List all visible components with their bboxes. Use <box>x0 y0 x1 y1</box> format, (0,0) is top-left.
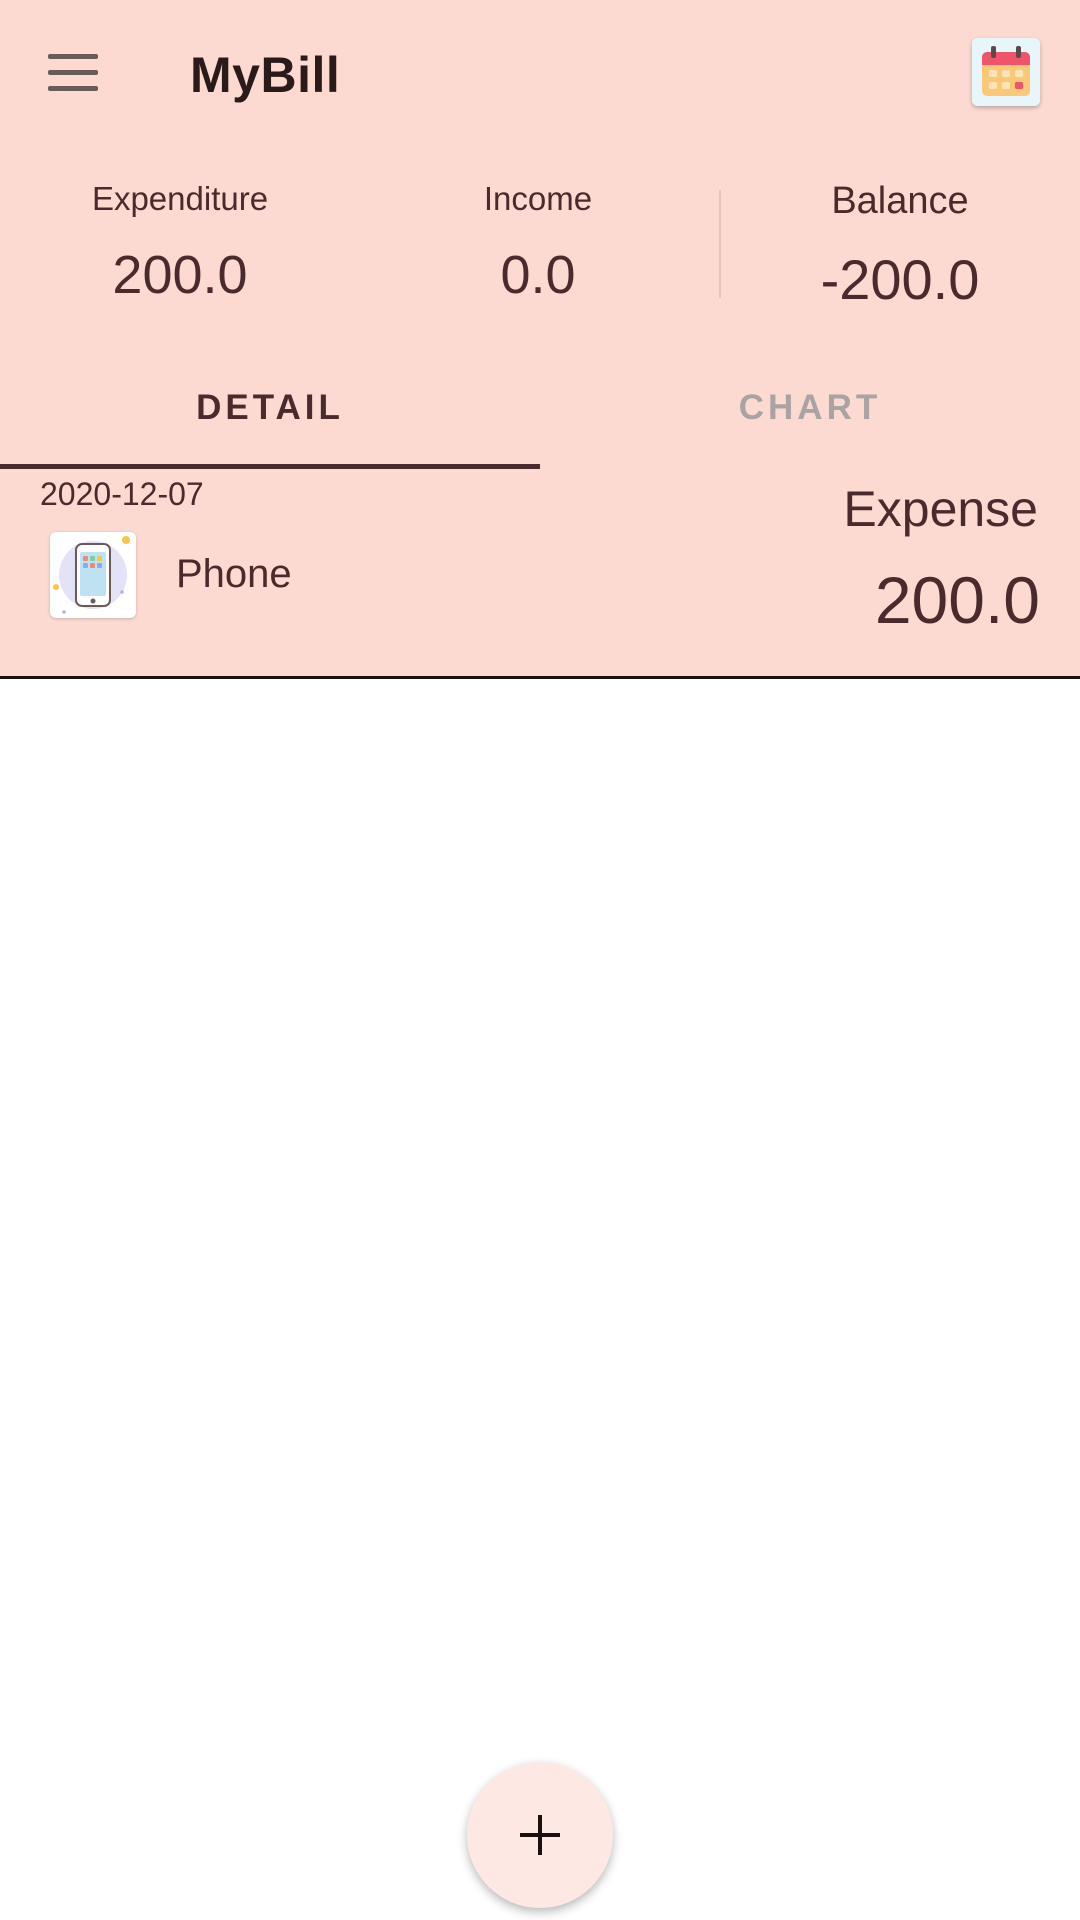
income-value: 0.0 <box>500 245 576 305</box>
tab-bar: DETAIL CHART <box>0 350 1080 470</box>
bill-date: 2020-12-07 <box>40 476 204 512</box>
bill-type: Expense <box>843 481 1038 537</box>
add-bill-button[interactable] <box>467 1762 613 1908</box>
hamburger-menu-icon[interactable] <box>48 52 98 92</box>
balance-label: Balance <box>831 180 969 222</box>
expenditure-summary: Expenditure 200.0 <box>60 180 300 306</box>
tab-indicator <box>0 464 540 469</box>
balance-value: -200.0 <box>820 248 980 311</box>
expenditure-label: Expenditure <box>91 180 269 217</box>
app-bar: MyBill <box>0 0 1080 150</box>
income-summary: Income 0.0 <box>418 180 658 306</box>
expenditure-value: 200.0 <box>112 245 248 305</box>
bill-category-name: Phone <box>176 552 292 596</box>
calendar-button[interactable] <box>972 38 1040 106</box>
bill-amount: 200.0 <box>874 563 1040 637</box>
tab-chart[interactable]: CHART <box>540 350 1080 466</box>
tab-detail[interactable]: DETAIL <box>0 350 540 466</box>
plus-icon <box>520 1815 560 1855</box>
summary-panel: Expenditure 200.0 Income 0.0 Balance -20… <box>0 150 1080 350</box>
summary-divider <box>719 190 721 298</box>
phone-icon <box>50 532 136 618</box>
calendar-icon <box>972 38 1040 106</box>
app-title: MyBill <box>190 47 341 103</box>
balance-summary: Balance -200.0 <box>780 180 1020 312</box>
bill-list: 2020-12-07 Expense Phone 200.0 <box>0 470 1080 679</box>
income-label: Income <box>483 180 593 217</box>
